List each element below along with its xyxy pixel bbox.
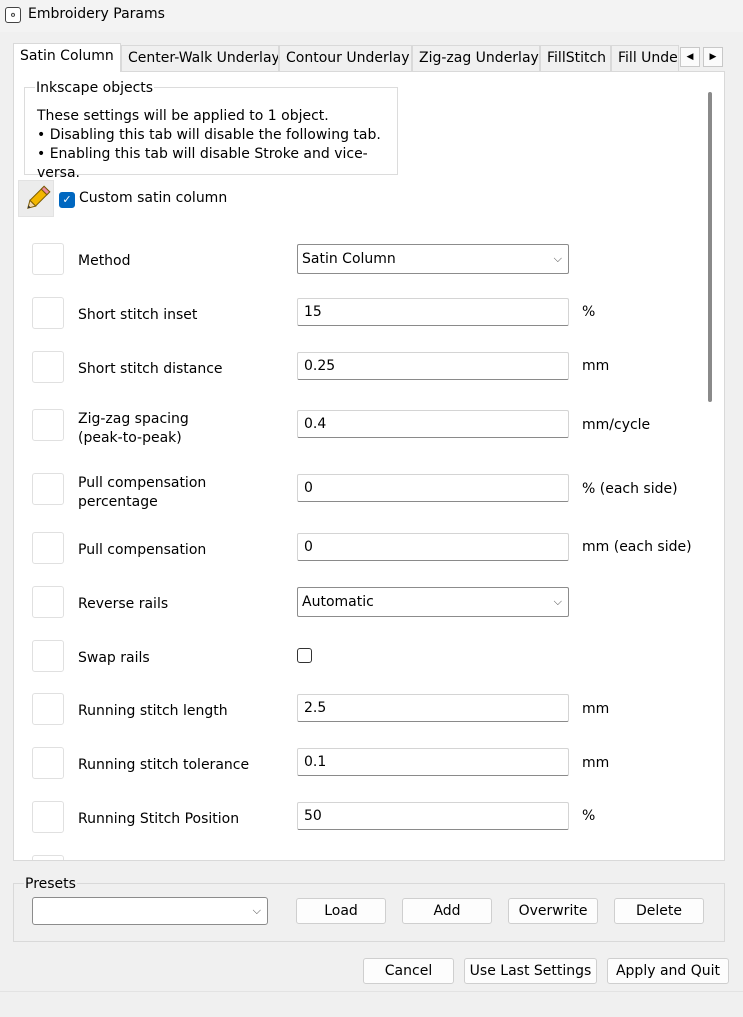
method-select-value: Satin Column bbox=[302, 251, 396, 267]
running-stitch-position-label: Running Stitch Position bbox=[78, 811, 240, 827]
zigzag-spacing-label-line1: Zig-zag spacing bbox=[78, 411, 189, 427]
tab-contour-underlay[interactable]: Contour Underlay bbox=[279, 45, 412, 71]
reverse-rails-toggle-box[interactable] bbox=[32, 586, 64, 618]
pull-comp-percentage-unit: % (each side) bbox=[582, 481, 678, 497]
info-line-2: • Disabling this tab will disable the fo… bbox=[37, 127, 381, 143]
short-stitch-inset-input[interactable]: 15 bbox=[297, 298, 569, 326]
zigzag-spacing-input[interactable]: 0.4 bbox=[297, 410, 569, 438]
swap-rails-checkbox[interactable] bbox=[297, 648, 312, 663]
running-stitch-tolerance-input[interactable]: 0.1 bbox=[297, 748, 569, 776]
app-icon: ⚙ bbox=[5, 7, 21, 23]
info-line-1: These settings will be applied to 1 obje… bbox=[37, 108, 329, 124]
tab-scroll-left-button[interactable]: ◀ bbox=[680, 47, 700, 67]
reverse-rails-select[interactable]: Automatic ⌵ bbox=[297, 587, 569, 617]
chevron-down-icon: ⌵ bbox=[553, 595, 562, 608]
window-title: Embroidery Params bbox=[28, 6, 165, 22]
pull-comp-percentage-toggle-box[interactable] bbox=[32, 473, 64, 505]
short-stitch-distance-toggle-box[interactable] bbox=[32, 351, 64, 383]
tab-satin-column[interactable]: Satin Column bbox=[13, 43, 121, 72]
pull-compensation-label: Pull compensation bbox=[78, 542, 207, 558]
method-label: Method bbox=[78, 253, 131, 269]
short-stitch-inset-toggle-box[interactable] bbox=[32, 297, 64, 329]
tab-center-walk-underlay[interactable]: Center-Walk Underlay bbox=[121, 45, 279, 71]
zigzag-spacing-toggle-box[interactable] bbox=[32, 409, 64, 441]
reverse-rails-select-value: Automatic bbox=[302, 594, 374, 610]
running-stitch-position-input[interactable]: 50 bbox=[297, 802, 569, 830]
pull-comp-percentage-label: Pull compensation percentage bbox=[78, 474, 206, 512]
presets-title: Presets bbox=[24, 876, 77, 892]
short-stitch-distance-input[interactable]: 0.25 bbox=[297, 352, 569, 380]
chevron-down-icon: ⌵ bbox=[252, 904, 261, 917]
running-stitch-tolerance-toggle-box[interactable] bbox=[32, 747, 64, 779]
zigzag-spacing-label-line2: (peak-to-peak) bbox=[78, 430, 182, 446]
vertical-scrollbar-thumb[interactable] bbox=[708, 92, 712, 402]
tab-scroll-right-button[interactable]: ▶ bbox=[703, 47, 723, 67]
short-stitch-inset-label: Short stitch inset bbox=[78, 307, 198, 323]
tab-bar: Satin Column Center-Walk Underlay Contou… bbox=[13, 43, 725, 72]
running-stitch-length-label: Running stitch length bbox=[78, 703, 228, 719]
presets-group: Presets ⌵ Load Add Overwrite Delete bbox=[13, 876, 725, 942]
next-row-toggle-box[interactable] bbox=[32, 855, 64, 860]
running-stitch-position-toggle-box[interactable] bbox=[32, 801, 64, 833]
swap-rails-toggle-box[interactable] bbox=[32, 640, 64, 672]
apply-and-quit-button[interactable]: Apply and Quit bbox=[607, 958, 729, 984]
title-bar: ⚙ Embroidery Params bbox=[0, 0, 743, 32]
running-stitch-tolerance-label: Running stitch tolerance bbox=[78, 757, 250, 773]
satin-column-panel: Inkscape objects These settings will be … bbox=[13, 71, 725, 861]
tab-zigzag-underlay[interactable]: Zig-zag Underlay bbox=[412, 45, 540, 71]
pull-compensation-toggle-box[interactable] bbox=[32, 532, 64, 564]
info-text: These settings will be applied to 1 obje… bbox=[37, 107, 397, 183]
delete-preset-button[interactable]: Delete bbox=[614, 898, 704, 924]
method-select[interactable]: Satin Column ⌵ bbox=[297, 244, 569, 274]
running-stitch-length-input[interactable]: 2.5 bbox=[297, 694, 569, 722]
custom-satin-checkbox[interactable]: ✓ bbox=[59, 192, 75, 208]
short-stitch-distance-unit: mm bbox=[582, 358, 610, 374]
tab-fillstitch[interactable]: FillStitch bbox=[540, 45, 611, 71]
pull-comp-percentage-label-line2: percentage bbox=[78, 494, 158, 510]
inkscape-objects-group: Inkscape objects These settings will be … bbox=[24, 80, 398, 181]
zigzag-spacing-label: Zig-zag spacing (peak-to-peak) bbox=[78, 410, 189, 448]
running-stitch-length-toggle-box[interactable] bbox=[32, 693, 64, 725]
tab-fill-underlay[interactable]: Fill Unde bbox=[611, 45, 679, 71]
use-last-settings-button[interactable]: Use Last Settings bbox=[464, 958, 597, 984]
group-title: Inkscape objects bbox=[35, 80, 155, 96]
footer-divider bbox=[0, 991, 743, 992]
chevron-down-icon: ⌵ bbox=[553, 252, 562, 265]
overwrite-preset-button[interactable]: Overwrite bbox=[508, 898, 598, 924]
pull-comp-percentage-label-line1: Pull compensation bbox=[78, 475, 207, 491]
short-stitch-distance-label: Short stitch distance bbox=[78, 361, 223, 377]
running-stitch-tolerance-unit: mm bbox=[582, 755, 610, 771]
edit-pencil-button[interactable] bbox=[18, 180, 54, 217]
info-line-3: • Enabling this tab will disable Stroke … bbox=[37, 146, 368, 181]
swap-rails-label: Swap rails bbox=[78, 650, 150, 666]
reverse-rails-label: Reverse rails bbox=[78, 596, 169, 612]
cancel-button[interactable]: Cancel bbox=[363, 958, 454, 984]
custom-satin-label: Custom satin column bbox=[79, 190, 228, 206]
pull-comp-percentage-input[interactable]: 0 bbox=[297, 474, 569, 502]
add-preset-button[interactable]: Add bbox=[402, 898, 492, 924]
preset-name-combo[interactable]: ⌵ bbox=[32, 897, 268, 925]
load-preset-button[interactable]: Load bbox=[296, 898, 386, 924]
pencil-icon bbox=[27, 185, 51, 209]
running-stitch-position-unit: % bbox=[582, 808, 596, 824]
short-stitch-inset-unit: % bbox=[582, 304, 596, 320]
method-toggle-box[interactable] bbox=[32, 243, 64, 275]
pull-compensation-unit: mm (each side) bbox=[582, 539, 692, 555]
zigzag-spacing-unit: mm/cycle bbox=[582, 417, 651, 433]
running-stitch-length-unit: mm bbox=[582, 701, 610, 717]
pull-compensation-input[interactable]: 0 bbox=[297, 533, 569, 561]
